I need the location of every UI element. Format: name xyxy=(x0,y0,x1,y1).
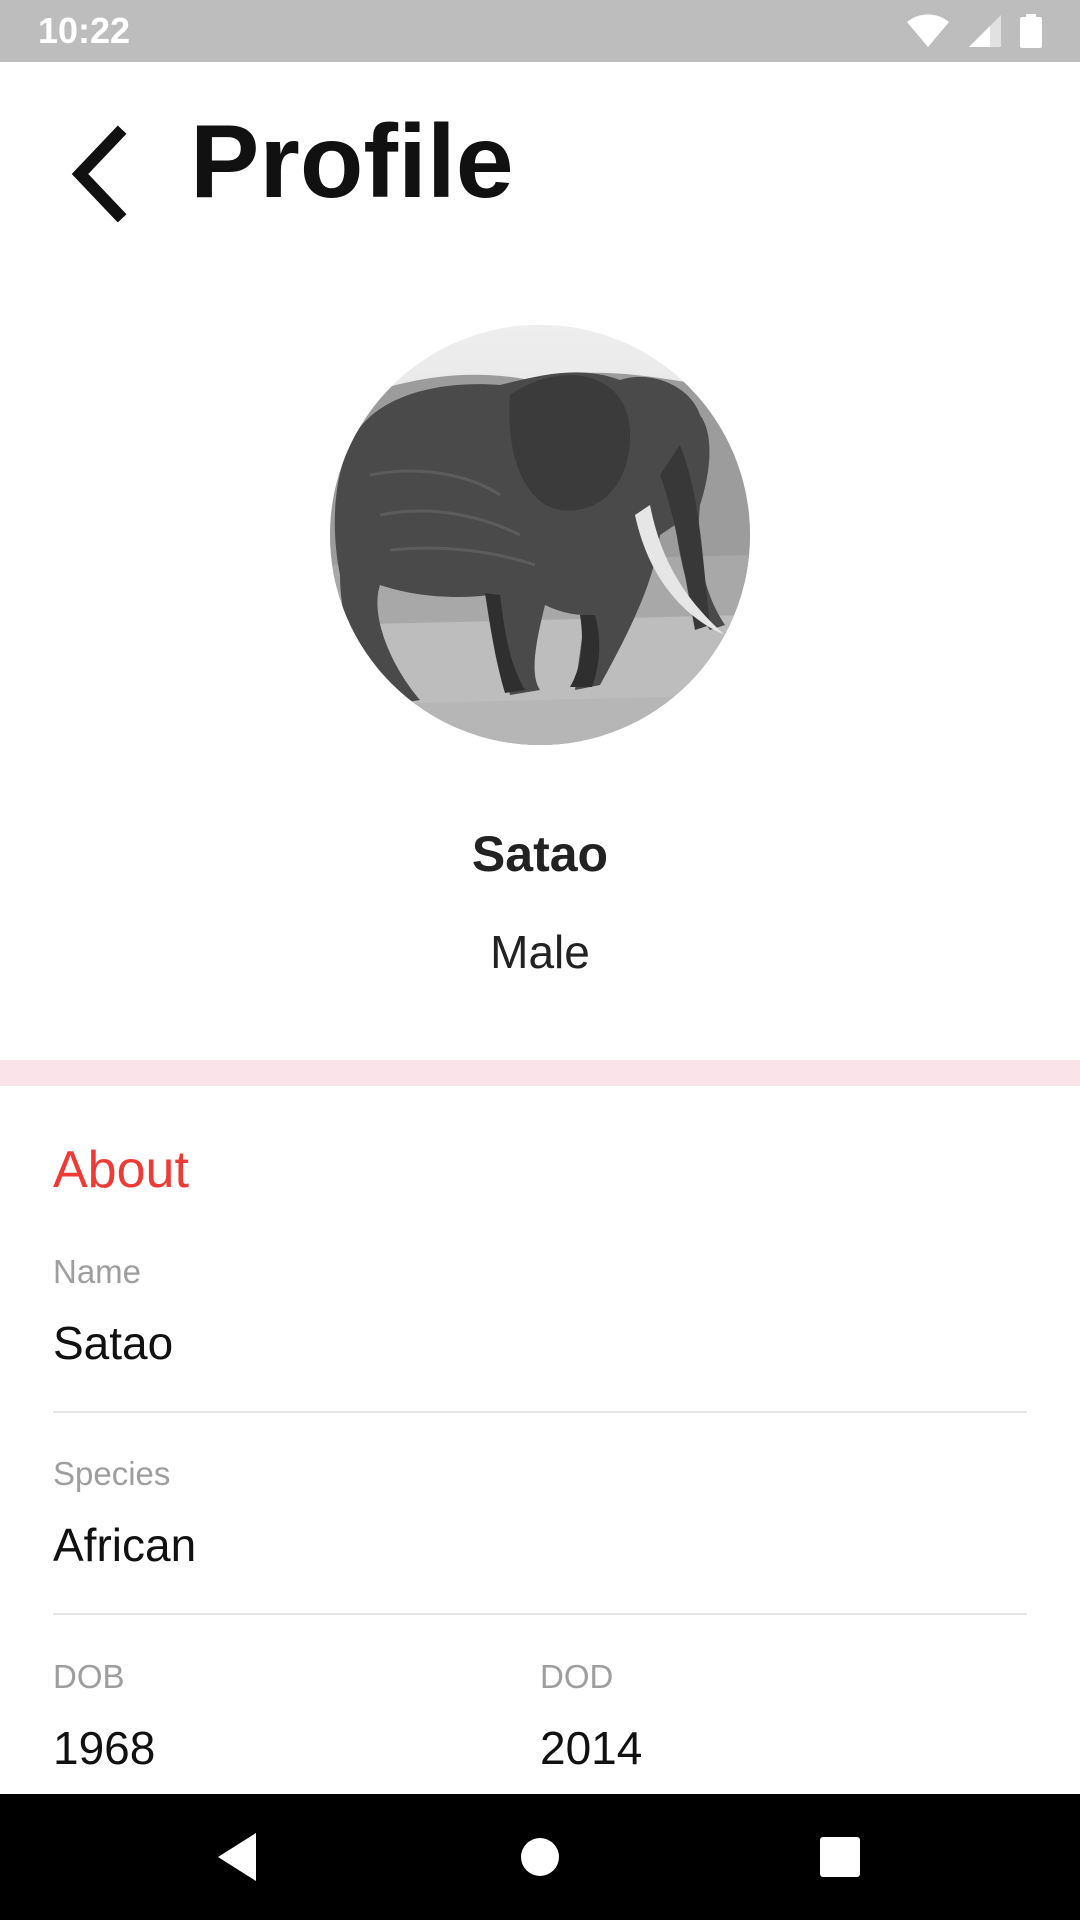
nav-home-button[interactable] xyxy=(512,1829,568,1885)
nav-back-button[interactable] xyxy=(212,1829,268,1885)
recents-square-icon xyxy=(820,1837,860,1877)
avatar xyxy=(330,325,750,745)
chevron-left-icon xyxy=(71,125,127,223)
profile-gender: Male xyxy=(490,926,590,978)
about-section-title: About xyxy=(53,1141,189,1199)
species-value: African xyxy=(53,1519,197,1571)
elephant-photo xyxy=(330,325,750,745)
nav-recents-button[interactable] xyxy=(812,1829,868,1885)
system-nav-bar xyxy=(0,1794,1080,1920)
dob-value: 1968 xyxy=(53,1722,156,1774)
field-divider xyxy=(53,1613,1027,1615)
species-label: Species xyxy=(53,1455,171,1492)
app-bar: Profile xyxy=(0,62,1080,272)
section-divider xyxy=(0,1060,1080,1086)
battery-icon xyxy=(1020,14,1042,48)
cell-signal-icon xyxy=(969,15,1001,47)
page-title: Profile xyxy=(190,104,514,220)
back-triangle-icon xyxy=(218,1833,256,1881)
wifi-icon xyxy=(907,14,949,47)
back-button[interactable] xyxy=(58,122,138,223)
dob-label: DOB xyxy=(53,1658,125,1695)
dod-label: DOD xyxy=(540,1658,614,1695)
profile-screen: 10:22 Profile Satao Male About Name Sata… xyxy=(0,0,1080,1920)
profile-name: Satao xyxy=(471,826,609,882)
status-icons xyxy=(906,14,1042,48)
home-circle-icon xyxy=(521,1838,559,1876)
status-time: 10:22 xyxy=(38,10,131,51)
name-label: Name xyxy=(53,1253,142,1290)
dod-value: 2014 xyxy=(540,1722,643,1774)
status-bar: 10:22 xyxy=(0,0,1080,62)
name-value: Satao xyxy=(53,1317,174,1369)
field-divider xyxy=(53,1411,1027,1413)
